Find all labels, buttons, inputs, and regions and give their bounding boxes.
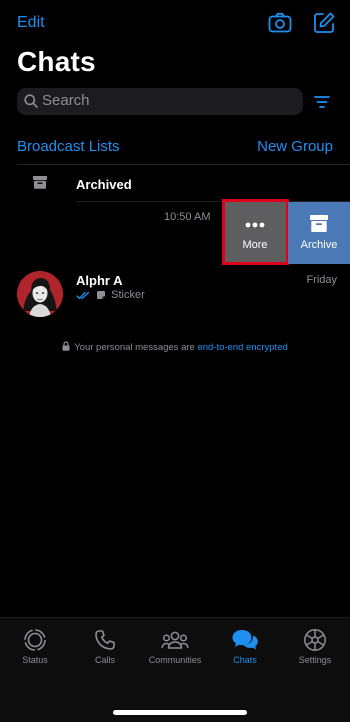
search-input[interactable]: Search [17,88,303,115]
calls-icon [95,630,115,650]
page-title: Chats [17,46,96,77]
chat-preview-text: Sticker [111,289,145,301]
encryption-link[interactable]: end-to-end encrypted [197,342,287,353]
chat-row[interactable]: Alphr A Friday Sticker [0,264,350,326]
encryption-notice: Your personal messages are end-to-end en… [0,341,350,353]
chat-date: Friday [306,274,337,286]
tab-label: Status [22,655,48,665]
avatar [17,271,63,317]
tab-label: Settings [298,655,332,665]
divider [17,164,350,165]
edit-button[interactable]: Edit [17,14,45,32]
tab-label: Calls [94,655,115,665]
compose-icon[interactable] [312,11,336,35]
archive-label: Archive [300,239,338,251]
double-check-icon [76,291,90,299]
swiped-chat-row[interactable]: 10:50 AM More Archive [0,199,350,265]
encryption-text: Your personal messages are [74,342,198,353]
search-placeholder: Search [42,92,90,109]
home-indicator [113,710,247,715]
tab-status[interactable]: Status [0,628,70,665]
lock-icon [62,341,70,351]
tab-communities[interactable]: Communities [140,628,210,665]
chat-list-links: Broadcast Lists New Group [0,138,350,162]
chats-icon [232,630,258,650]
settings-icon [304,629,326,651]
search-icon [24,94,38,108]
archived-label: Archived [76,177,132,192]
tab-bar: Status Calls Communities Chats Settings [0,617,350,722]
broadcast-lists-link[interactable]: Broadcast Lists [17,138,120,155]
archived-row[interactable]: Archived [0,166,350,202]
highlight-box [222,199,289,265]
chat-preview: Sticker [76,289,145,301]
archive-box-icon [33,176,47,189]
top-bar: Edit [0,0,350,48]
archive-icon [310,215,328,232]
archive-button[interactable]: Archive [288,202,350,264]
chat-name: Alphr A [76,273,123,288]
camera-icon[interactable] [268,12,292,34]
tab-chats[interactable]: Chats [210,628,280,665]
status-icon [24,629,46,651]
new-group-link[interactable]: New Group [257,138,333,155]
communities-icon [161,631,189,649]
sticker-icon [97,291,106,300]
filter-icon[interactable] [314,95,330,109]
tab-settings[interactable]: Settings [280,628,350,665]
tab-label: Chats [233,655,257,665]
tab-label: Communities [148,655,202,665]
tab-calls[interactable]: Calls [70,628,140,665]
chat-time: 10:50 AM [164,211,211,223]
